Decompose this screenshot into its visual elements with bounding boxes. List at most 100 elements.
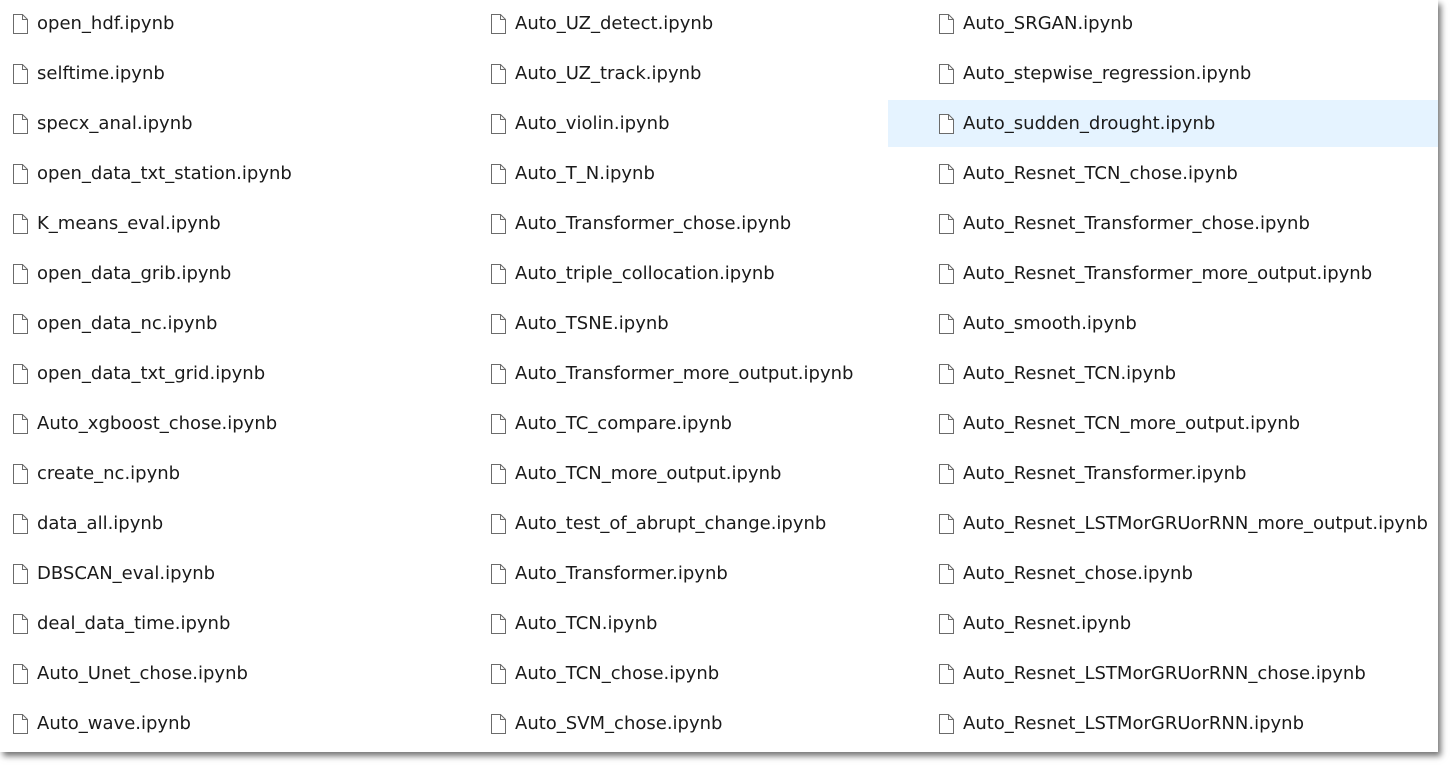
file-icon [938, 313, 954, 334]
file-icon [12, 363, 28, 384]
file-icon [938, 113, 954, 134]
file-name: Auto_Unet_chose.ipynb [37, 663, 248, 684]
file-item[interactable]: Auto_Resnet_TCN_more_output.ipynb [888, 400, 1438, 447]
file-item[interactable]: Auto_Resnet_LSTMorGRUorRNN_more_output.i… [888, 500, 1438, 547]
file-icon [12, 263, 28, 284]
file-icon [490, 513, 506, 534]
file-icon [490, 63, 506, 84]
file-icon [490, 463, 506, 484]
file-name: Auto_Transformer.ipynb [515, 563, 728, 584]
file-name: Auto_Resnet_Transformer_more_output.ipyn… [963, 263, 1373, 284]
file-name: Auto_test_of_abrupt_change.ipynb [515, 513, 827, 534]
file-name: deal_data_time.ipynb [37, 613, 231, 634]
file-item[interactable]: Auto_Transformer.ipynb [478, 550, 878, 597]
file-item[interactable]: Auto_test_of_abrupt_change.ipynb [478, 500, 878, 547]
file-item[interactable]: Auto_stepwise_regression.ipynb [888, 50, 1438, 97]
file-name: Auto_stepwise_regression.ipynb [963, 63, 1252, 84]
file-icon [938, 513, 954, 534]
file-item[interactable]: Auto_TCN_more_output.ipynb [478, 450, 878, 497]
file-name: Auto_SRGAN.ipynb [963, 13, 1134, 34]
file-name: data_all.ipynb [37, 513, 164, 534]
file-icon [490, 213, 506, 234]
file-column-2: Auto_UZ_detect.ipynb Auto_UZ_track.ipynb A… [478, 0, 878, 750]
file-icon [12, 613, 28, 634]
file-icon [12, 13, 28, 34]
file-icon [12, 513, 28, 534]
file-item[interactable]: open_data_nc.ipynb [0, 300, 470, 347]
file-item[interactable]: Auto_Resnet_TCN_chose.ipynb [888, 150, 1438, 197]
file-item[interactable]: data_all.ipynb [0, 500, 470, 547]
file-icon [490, 713, 506, 734]
file-item[interactable]: Auto_triple_collocation.ipynb [478, 250, 878, 297]
file-item[interactable]: Auto_Transformer_more_output.ipynb [478, 350, 878, 397]
file-item[interactable]: Auto_Resnet_Transformer_more_output.ipyn… [888, 250, 1438, 297]
file-item[interactable]: Auto_Unet_chose.ipynb [0, 650, 470, 697]
file-item[interactable]: Auto_TC_compare.ipynb [478, 400, 878, 447]
file-item[interactable]: create_nc.ipynb [0, 450, 470, 497]
file-item[interactable]: deal_data_time.ipynb [0, 600, 470, 647]
file-icon [12, 163, 28, 184]
file-item[interactable]: Auto_xgboost_chose.ipynb [0, 400, 470, 447]
file-name: specx_anal.ipynb [37, 113, 193, 134]
file-icon [490, 263, 506, 284]
file-item[interactable]: Auto_Resnet_chose.ipynb [888, 550, 1438, 597]
file-item[interactable]: open_data_txt_station.ipynb [0, 150, 470, 197]
file-icon [938, 163, 954, 184]
file-name: Auto_Resnet_LSTMorGRUorRNN_chose.ipynb [963, 663, 1366, 684]
file-item[interactable]: Auto_UZ_detect.ipynb [478, 0, 878, 47]
file-icon [938, 663, 954, 684]
file-name: open_hdf.ipynb [37, 13, 175, 34]
file-item[interactable]: Auto_Transformer_chose.ipynb [478, 200, 878, 247]
file-explorer-window: open_hdf.ipynb selftime.ipynb specx_anal.i… [0, 0, 1438, 752]
file-icon [938, 263, 954, 284]
file-name: DBSCAN_eval.ipynb [37, 563, 216, 584]
file-icon [490, 13, 506, 34]
file-item[interactable]: open_data_txt_grid.ipynb [0, 350, 470, 397]
file-item[interactable]: Auto_TSNE.ipynb [478, 300, 878, 347]
file-item[interactable]: open_hdf.ipynb [0, 0, 470, 47]
file-item[interactable]: specx_anal.ipynb [0, 100, 470, 147]
file-icon [490, 413, 506, 434]
file-icon [490, 313, 506, 334]
file-item[interactable]: DBSCAN_eval.ipynb [0, 550, 470, 597]
file-name: Auto_TCN.ipynb [515, 613, 658, 634]
file-icon [938, 563, 954, 584]
file-icon [490, 563, 506, 584]
file-item[interactable]: Auto_T_N.ipynb [478, 150, 878, 197]
file-name: Auto_Resnet_Transformer_chose.ipynb [963, 213, 1310, 234]
file-name: Auto_TCN_more_output.ipynb [515, 463, 782, 484]
file-icon [938, 63, 954, 84]
file-item[interactable]: Auto_Resnet_Transformer.ipynb [888, 450, 1438, 497]
file-name: open_data_grib.ipynb [37, 263, 232, 284]
file-name: K_means_eval.ipynb [37, 213, 221, 234]
file-item[interactable]: Auto_SRGAN.ipynb [888, 0, 1438, 47]
file-item[interactable]: Auto_Resnet.ipynb [888, 600, 1438, 647]
file-item[interactable]: K_means_eval.ipynb [0, 200, 470, 247]
file-icon [490, 613, 506, 634]
file-name: Auto_SVM_chose.ipynb [515, 713, 723, 734]
file-list: open_hdf.ipynb selftime.ipynb specx_anal.i… [0, 0, 1438, 752]
file-icon [12, 63, 28, 84]
file-item[interactable]: open_data_grib.ipynb [0, 250, 470, 297]
file-item[interactable]: Auto_TCN.ipynb [478, 600, 878, 647]
file-item[interactable]: Auto_Resnet_LSTMorGRUorRNN.ipynb [888, 700, 1438, 747]
file-item[interactable]: Auto_Resnet_Transformer_chose.ipynb [888, 200, 1438, 247]
file-name: Auto_sudden_drought.ipynb [963, 113, 1216, 134]
file-name: open_data_txt_station.ipynb [37, 163, 292, 184]
file-name: Auto_Resnet_LSTMorGRUorRNN.ipynb [963, 713, 1304, 734]
file-item[interactable]: Auto_smooth.ipynb [888, 300, 1438, 347]
file-item[interactable]: Auto_Resnet_LSTMorGRUorRNN_chose.ipynb [888, 650, 1438, 697]
file-name: Auto_UZ_detect.ipynb [515, 13, 714, 34]
file-name: Auto_TCN_chose.ipynb [515, 663, 720, 684]
file-icon [490, 163, 506, 184]
file-item[interactable]: Auto_sudden_drought.ipynb [888, 100, 1438, 147]
file-item[interactable]: Auto_SVM_chose.ipynb [478, 700, 878, 747]
file-item[interactable]: Auto_UZ_track.ipynb [478, 50, 878, 97]
file-icon [12, 563, 28, 584]
file-icon [938, 13, 954, 34]
file-item[interactable]: Auto_violin.ipynb [478, 100, 878, 147]
file-item[interactable]: Auto_TCN_chose.ipynb [478, 650, 878, 697]
file-item[interactable]: selftime.ipynb [0, 50, 470, 97]
file-item[interactable]: Auto_Resnet_TCN.ipynb [888, 350, 1438, 397]
file-item[interactable]: Auto_wave.ipynb [0, 700, 470, 747]
